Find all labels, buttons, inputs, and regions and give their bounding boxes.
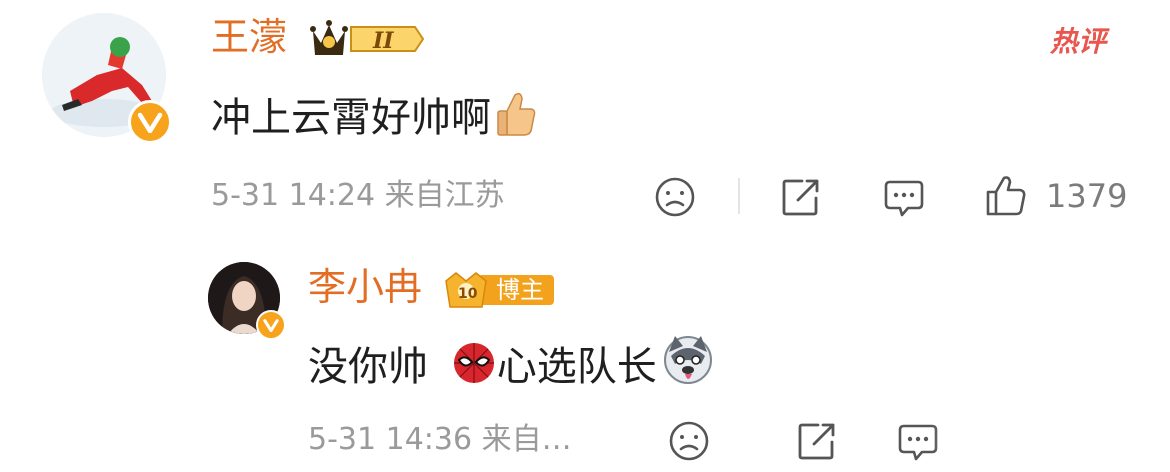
- dislike-face-icon[interactable]: [668, 420, 710, 466]
- blogger-badge-label: 博主: [496, 276, 544, 304]
- husky-dog-emoji-icon: [661, 334, 715, 398]
- vip-crown-level-badge-icon: II: [307, 17, 425, 65]
- verified-v-badge-icon: [128, 100, 172, 144]
- spiderman-emoji-icon: [451, 340, 497, 398]
- dislike-face-icon[interactable]: [654, 176, 696, 222]
- comment-icon[interactable]: [882, 176, 926, 224]
- verified-v-badge-icon: [256, 310, 286, 340]
- hot-comment-label: 热评: [1050, 25, 1107, 58]
- comment-timestamp-location: 5-31 14:24 来自江苏: [211, 178, 505, 213]
- reply-text-part2: 心选队长: [496, 344, 657, 390]
- action-divider: [738, 178, 740, 214]
- share-icon[interactable]: [796, 420, 838, 466]
- reply-username[interactable]: 李小冉: [308, 264, 422, 310]
- blogger-badge-level: 10: [458, 286, 478, 302]
- blogger-badge: 10 博主: [444, 271, 554, 308]
- like-thumbs-up-icon[interactable]: [985, 174, 1027, 222]
- reply-text-part1: 没你帅: [308, 344, 428, 390]
- svg-text:II: II: [372, 28, 394, 54]
- thumbs-up-emoji-icon: [495, 89, 537, 149]
- bottom-fade-overlay: [930, 410, 1170, 472]
- comment-username[interactable]: 王濛: [211, 14, 287, 60]
- comment-text: 冲上云霄好帅啊: [211, 89, 537, 149]
- like-count: 1379: [1046, 177, 1128, 215]
- reply-timestamp-location: 5-31 14:36 来自…: [308, 422, 572, 457]
- comment-text-content: 冲上云霄好帅啊: [211, 95, 491, 141]
- share-icon[interactable]: [780, 176, 822, 222]
- reply-text: 没你帅 心选队长: [308, 334, 715, 398]
